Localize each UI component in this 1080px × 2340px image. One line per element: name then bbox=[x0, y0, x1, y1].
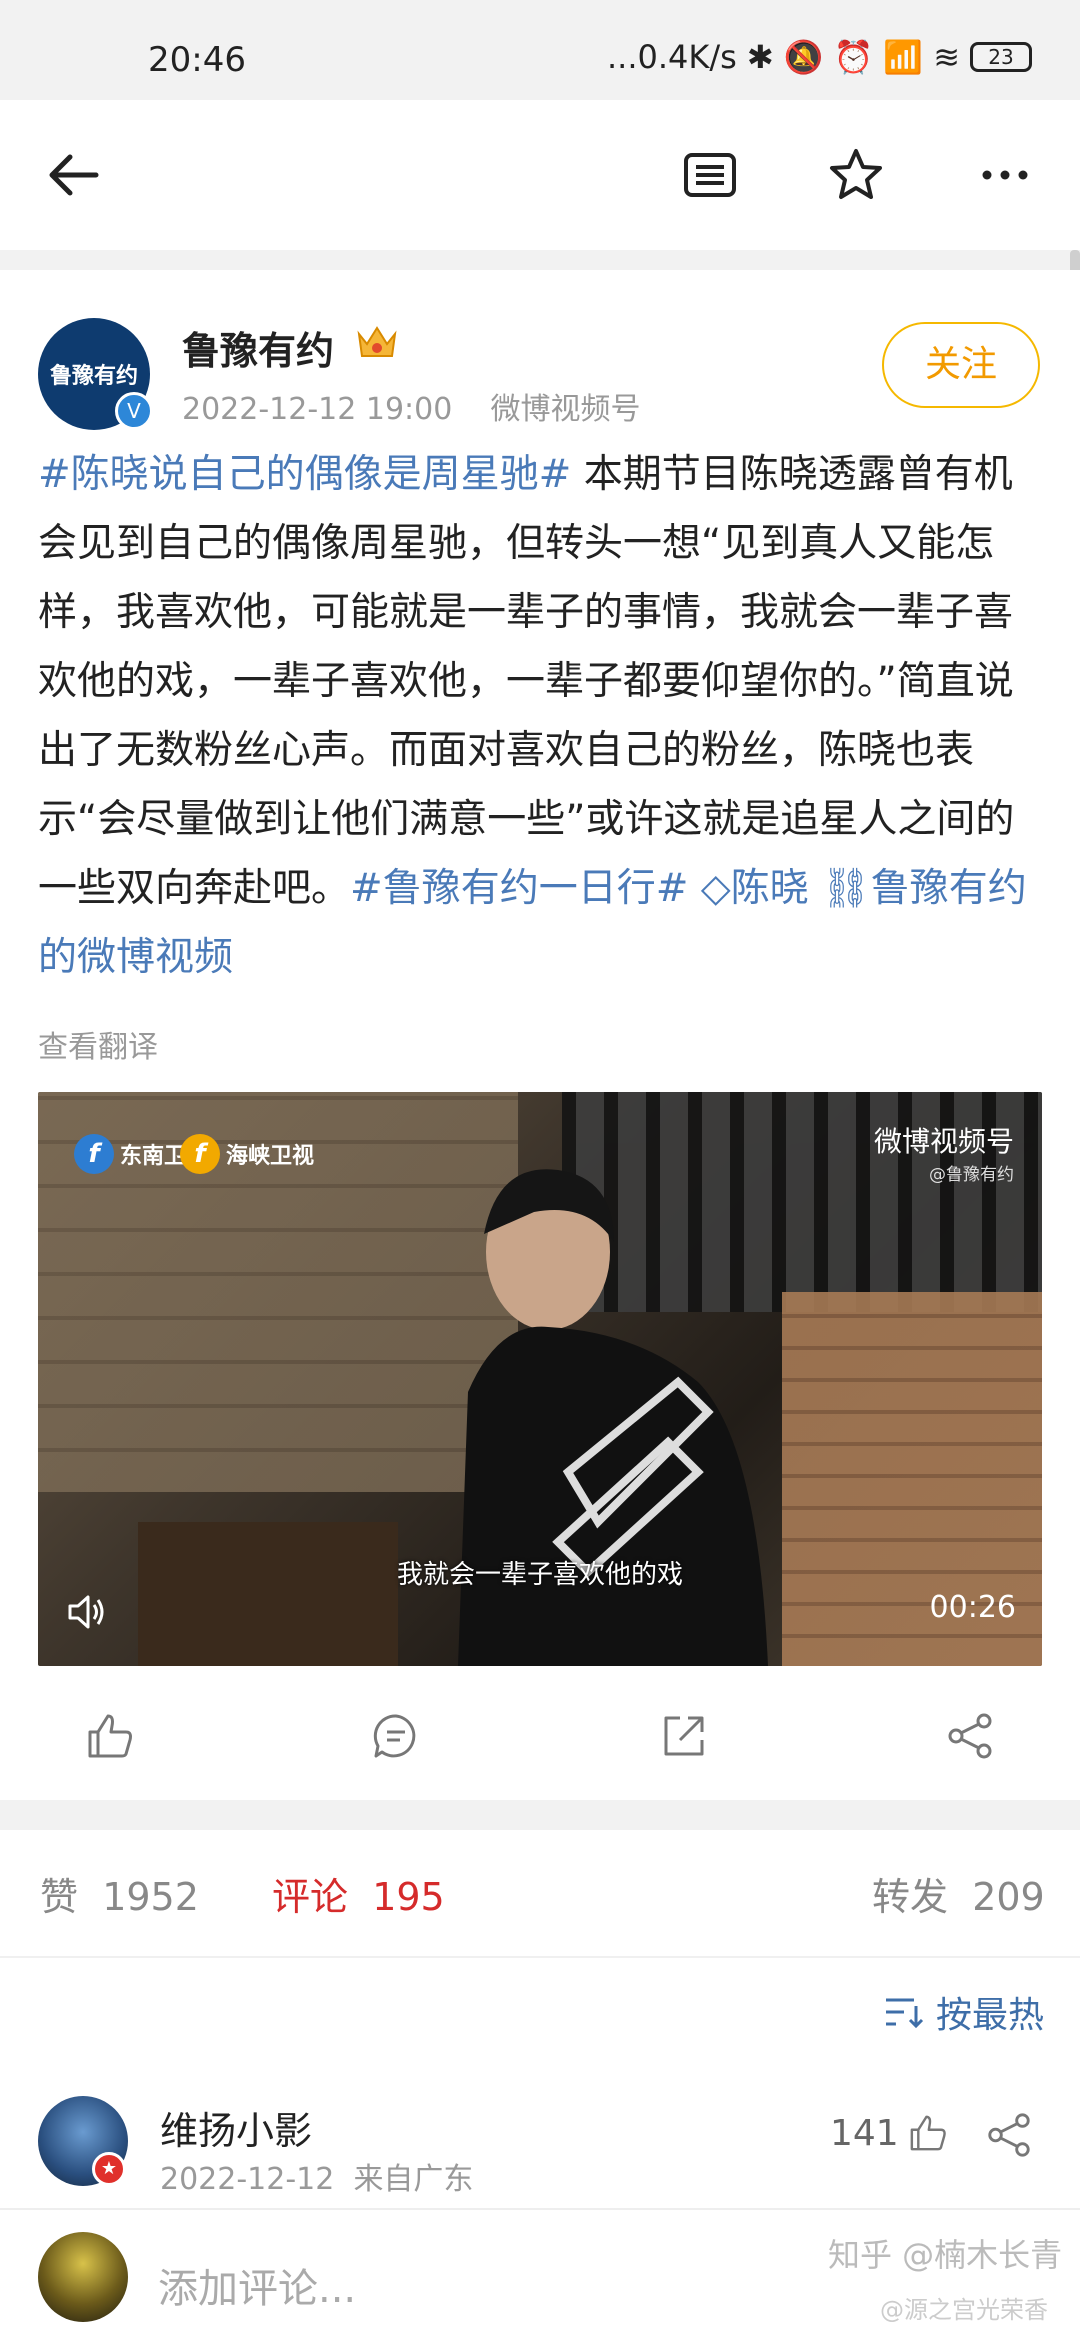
mention-link[interactable]: ◇陈晓 bbox=[701, 866, 809, 911]
author-name[interactable]: 鲁豫有约 bbox=[182, 320, 334, 375]
hashtag-link[interactable]: #陈晓说自己的偶像是周星驰# bbox=[38, 452, 571, 497]
battery-icon: 23 bbox=[970, 42, 1032, 72]
video-subtitle: 我就会一辈子喜欢他的戏 bbox=[396, 1560, 683, 1590]
channel-logo-haixia: f 海峡卫视 bbox=[180, 1134, 314, 1174]
comment-date: 2022-12-12 bbox=[160, 2162, 335, 2197]
comment-sort-bar: 按最热 bbox=[0, 1958, 1080, 2068]
reposts-tab[interactable]: 转发 209 bbox=[872, 1866, 1045, 1921]
sort-button[interactable]: 按最热 bbox=[884, 1986, 1044, 2038]
like-icon[interactable] bbox=[84, 1710, 136, 1762]
post-stats-bar: 赞 1952 评论 195 转发 209 bbox=[0, 1830, 1080, 1958]
diamond-icon: ◇ bbox=[700, 866, 731, 911]
post-action-row bbox=[0, 1690, 1080, 1780]
commenter-name[interactable]: 维扬小影 bbox=[160, 2100, 312, 2155]
status-time: 20:46 bbox=[148, 40, 246, 80]
bluetooth-icon: ✱ bbox=[746, 38, 774, 76]
comment-meta: 2022-12-12 来自广东 bbox=[160, 2154, 473, 2198]
share-icon[interactable] bbox=[944, 1710, 996, 1762]
status-bar: 20:46 ...0.4K/s ✱ 🔕 ⏰ 📶 ≋ 23 bbox=[0, 0, 1080, 100]
comments-label: 评论 bbox=[272, 1875, 349, 1919]
comment-input[interactable]: 添加评论... bbox=[158, 2256, 356, 2314]
likes-count: 1952 bbox=[102, 1875, 199, 1919]
weibo-video-label: 微博视频号 bbox=[873, 1125, 1014, 1158]
star-icon[interactable] bbox=[826, 145, 886, 205]
sort-label: 按最热 bbox=[935, 1995, 1044, 2036]
comments-count: 195 bbox=[372, 1875, 445, 1919]
crown-icon bbox=[357, 326, 397, 357]
video-table bbox=[138, 1522, 398, 1666]
translate-link[interactable]: 查看翻译 bbox=[38, 1022, 158, 1066]
post-meta: 2022-12-12 19:00 微博视频号 bbox=[182, 384, 641, 428]
comment-icon[interactable] bbox=[370, 1710, 422, 1762]
channel-name: 海峡卫视 bbox=[226, 1144, 315, 1169]
logo-f-icon: f bbox=[180, 1134, 220, 1174]
mute-icon: 🔕 bbox=[783, 38, 824, 76]
comment-location: 来自广东 bbox=[353, 2162, 474, 2197]
like-icon bbox=[910, 2115, 946, 2151]
network-speed: ...0.4K/s bbox=[607, 38, 737, 76]
back-arrow-icon[interactable] bbox=[44, 145, 104, 205]
link-icon: ⛓ bbox=[821, 866, 871, 911]
post-card: 鲁豫有约 V 鲁豫有约 2022-12-12 19:00 微博视频号 关注 #陈… bbox=[0, 270, 1080, 1800]
comments-tab[interactable]: 评论 195 bbox=[272, 1866, 445, 1921]
my-avatar bbox=[38, 2232, 128, 2322]
verified-badge-icon: V bbox=[115, 392, 153, 430]
speaker-icon[interactable] bbox=[64, 1590, 108, 1634]
comment-like-button[interactable]: 141 bbox=[830, 2112, 949, 2154]
reader-mode-icon[interactable] bbox=[680, 145, 740, 205]
post-datetime: 2022-12-12 19:00 bbox=[182, 392, 453, 427]
video-duration: 00:26 bbox=[929, 1590, 1016, 1625]
post-body-text: 本期节目陈晓透露曾有机会见到自己的偶像周星驰，但转头一想“见到真人又能怎样，我喜… bbox=[38, 452, 1015, 911]
post-text: #陈晓说自己的偶像是周星驰# 本期节目陈晓透露曾有机会见到自己的偶像周星驰，但转… bbox=[38, 440, 1048, 992]
likes-tab[interactable]: 赞 1952 bbox=[40, 1866, 199, 1921]
post-source: 微博视频号 bbox=[490, 392, 641, 427]
signal-icon: 📶 bbox=[883, 38, 924, 76]
wifi-icon: ≋ bbox=[933, 38, 960, 76]
follow-button[interactable]: 关注 bbox=[882, 322, 1040, 408]
reposts-count: 209 bbox=[972, 1875, 1045, 1919]
comment-item[interactable]: ★ 维扬小影 2022-12-12 来自广东 141 bbox=[0, 2068, 1080, 2208]
weibo-video-watermark: 微博视频号 @鲁豫有约 bbox=[874, 1120, 1014, 1185]
alarm-icon: ⏰ bbox=[833, 38, 874, 76]
comment-like-count: 141 bbox=[830, 2112, 899, 2154]
top-nav-bar bbox=[0, 100, 1080, 250]
video-player[interactable]: f 东南卫视 f 海峡卫视 微博视频号 @鲁豫有约 我就会一辈子喜欢他的戏 00:2… bbox=[38, 1092, 1042, 1666]
likes-label: 赞 bbox=[40, 1875, 79, 1919]
sort-icon bbox=[885, 1998, 924, 2029]
status-indicators: ...0.4K/s ✱ 🔕 ⏰ 📶 ≋ 23 bbox=[607, 38, 1032, 76]
vip-badge-icon: ★ bbox=[92, 2152, 126, 2186]
logo-f-icon: f bbox=[74, 1134, 114, 1174]
watermark-secondary: @源之宫光荣香 bbox=[880, 2296, 1048, 2324]
reposts-label: 转发 bbox=[872, 1875, 949, 1919]
repost-icon[interactable] bbox=[658, 1710, 710, 1762]
hashtag-link[interactable]: #鲁豫有约一日行# bbox=[350, 866, 688, 911]
mention-text: 陈晓 bbox=[730, 866, 809, 911]
watermark: 知乎 @楠木长青 bbox=[828, 2236, 1063, 2274]
weibo-video-handle: @鲁豫有约 bbox=[929, 1165, 1014, 1185]
more-icon[interactable] bbox=[975, 145, 1035, 205]
share-icon[interactable] bbox=[984, 2110, 1034, 2160]
